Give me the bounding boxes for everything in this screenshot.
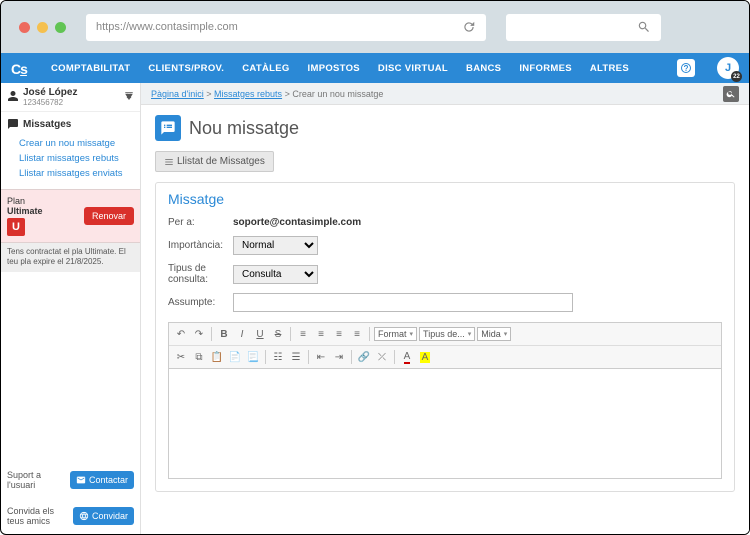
to-label: Per a: [168,217,223,228]
messages-section[interactable]: Missatges [1,112,140,134]
to-value: soporte@contasimple.com [233,217,361,228]
window-controls [19,22,66,33]
italic-icon[interactable]: I [234,326,250,342]
help-button[interactable] [677,59,695,77]
maximize-dot[interactable] [55,22,66,33]
subject-label: Assumpte: [168,297,223,308]
browser-search[interactable] [506,14,661,41]
editor-textarea[interactable] [168,369,722,479]
message-icon [155,115,181,141]
invite-label: Convida els teus amics [7,506,69,526]
url-text: https://www.contasimple.com [96,21,238,33]
notification-badge: 22 [731,71,742,82]
menu-informes[interactable]: INFORMES [519,63,572,74]
crumb-mid[interactable]: Missatges rebuts [214,89,282,99]
underline-icon[interactable]: U [252,326,268,342]
align-left-icon[interactable]: ≡ [295,326,311,342]
minimize-dot[interactable] [37,22,48,33]
font-select[interactable]: Tipus de... [419,327,475,341]
menu-bancs[interactable]: BANCS [466,63,501,74]
type-select[interactable]: Consulta [233,265,318,284]
bg-color-icon[interactable]: A [417,349,433,365]
breadcrumb: Pàgina d'inici > Missatges rebuts > Crea… [151,89,383,99]
user-avatar[interactable]: J 22 [717,57,739,79]
unlink-icon[interactable]: ⤫ [374,349,390,365]
list-messages-button[interactable]: Llistat de Missatges [155,151,274,172]
undo-icon[interactable]: ↶ [173,326,189,342]
list-ol-icon[interactable]: ☷ [270,349,286,365]
app-logo[interactable]: Cs [11,59,33,77]
link-create-message[interactable]: Crear un nou missatge [19,136,140,151]
support-label: Suport a l'usuari [7,470,66,490]
format-select[interactable]: Format [374,327,417,341]
align-right-icon[interactable]: ≡ [331,326,347,342]
copy-icon[interactable]: ⧉ [191,349,207,365]
help-icon [680,62,692,74]
link-list-received[interactable]: Llistar missatges rebuts [19,151,140,166]
page-search-button[interactable] [723,86,739,102]
invite-button[interactable]: Convidar [73,507,134,525]
close-dot[interactable] [19,22,30,33]
subject-input[interactable] [233,293,573,312]
size-select[interactable]: Mida [477,327,511,341]
importance-label: Importància: [168,240,223,251]
user-id: 123456782 [23,98,120,107]
user-icon [7,90,19,105]
plan-name: Ultimate [7,206,43,216]
align-center-icon[interactable]: ≡ [313,326,329,342]
chat-icon [7,118,19,130]
url-bar[interactable]: https://www.contasimple.com [86,14,486,41]
avatar-letter: J [725,62,731,74]
type-label: Tipus de consulta: [168,263,223,285]
crumb-current: Crear un nou missatge [292,89,383,99]
link-list-sent[interactable]: Llistar missatges enviats [19,166,140,181]
cut-icon[interactable]: ✂ [173,349,189,365]
crumb-home[interactable]: Pàgina d'inici [151,89,204,99]
align-justify-icon[interactable]: ≡ [349,326,365,342]
refresh-icon[interactable] [462,20,476,34]
paste-word-icon[interactable]: 📃 [245,349,261,365]
panel-title: Missatge [156,183,734,213]
renew-button[interactable]: Renovar [84,207,134,225]
list-icon [164,157,174,167]
menu-comptabilitat[interactable]: COMPTABILITAT [51,63,130,74]
search-icon [726,89,736,99]
plan-expiry-note: Tens contractat el pla Ultimate. El teu … [1,243,140,272]
redo-icon[interactable]: ↷ [191,326,207,342]
editor-toolbar: ↶ ↷ B I U S ≡ ≡ ≡ ≡ [168,322,722,369]
strike-icon[interactable]: S [270,326,286,342]
menu-altres[interactable]: ALTRES [590,63,629,74]
list-ul-icon[interactable]: ☰ [288,349,304,365]
plan-logo: U [7,218,25,236]
plan-label: Plan [7,196,43,206]
globe-icon [79,511,89,521]
mail-icon [76,475,86,485]
messages-label: Missatges [23,119,71,130]
menu-disc[interactable]: DISC VIRTUAL [378,63,448,74]
menu-clients[interactable]: CLIENTS/PROV. [148,63,224,74]
outdent-icon[interactable]: ⇤ [313,349,329,365]
user-name: José López [23,87,120,98]
settings-icon[interactable] [124,91,134,104]
link-icon[interactable]: 🔗 [356,349,372,365]
paste-text-icon[interactable]: 📄 [227,349,243,365]
text-color-icon[interactable]: A [399,349,415,365]
importance-select[interactable]: Normal [233,236,318,255]
search-icon [637,20,651,34]
menu-cataleg[interactable]: CATÀLEG [242,63,289,74]
paste-icon[interactable]: 📋 [209,349,225,365]
page-title: Nou missatge [189,118,299,139]
indent-icon[interactable]: ⇥ [331,349,347,365]
contact-button[interactable]: Contactar [70,471,134,489]
menu-impostos[interactable]: IMPOSTOS [308,63,360,74]
bold-icon[interactable]: B [216,326,232,342]
